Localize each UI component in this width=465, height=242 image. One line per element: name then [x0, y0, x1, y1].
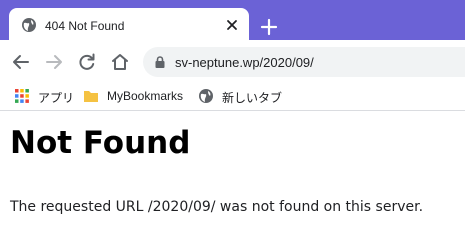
tab-title: 404 Not Found — [45, 19, 125, 33]
bookmark-label: MyBookmarks — [107, 89, 184, 103]
arrow-right-icon[interactable] — [44, 52, 64, 72]
address-bar[interactable]: sv-neptune.wp/2020/09/ — [143, 47, 465, 77]
bookmark-apps[interactable]: アプリ — [14, 86, 74, 106]
globe-icon — [22, 18, 36, 32]
lock-icon[interactable] — [153, 55, 167, 69]
arrow-left-icon[interactable] — [11, 52, 31, 72]
close-icon[interactable] — [224, 17, 240, 33]
bookmark-label: アプリ — [38, 91, 75, 105]
new-tab-plus-icon[interactable] — [259, 17, 279, 37]
folder-icon — [84, 91, 98, 102]
globe-icon — [199, 89, 213, 103]
browser-tab[interactable]: 404 Not Found — [9, 8, 249, 42]
apps-grid-icon — [15, 89, 29, 103]
home-icon[interactable] — [110, 52, 130, 72]
bookmark-label: 新しいタブ — [222, 91, 283, 105]
browser-toolbar: sv-neptune.wp/2020/09/ — [0, 42, 465, 82]
page-content: Not Found The requested URL /2020/09/ wa… — [0, 111, 465, 242]
url-text[interactable]: sv-neptune.wp/2020/09/ — [175, 55, 314, 70]
window-titlebar: 404 Not Found — [0, 0, 465, 42]
reload-icon[interactable] — [77, 52, 97, 72]
bookmarks-bar: アプリ MyBookmarks 新しいタブ — [0, 82, 465, 111]
page-heading: Not Found — [10, 125, 191, 161]
error-message: The requested URL /2020/09/ was not foun… — [10, 199, 424, 215]
bookmark-folder-mybookmarks[interactable]: MyBookmarks — [83, 86, 188, 106]
bookmark-new-tab[interactable]: 新しいタブ — [198, 86, 282, 106]
